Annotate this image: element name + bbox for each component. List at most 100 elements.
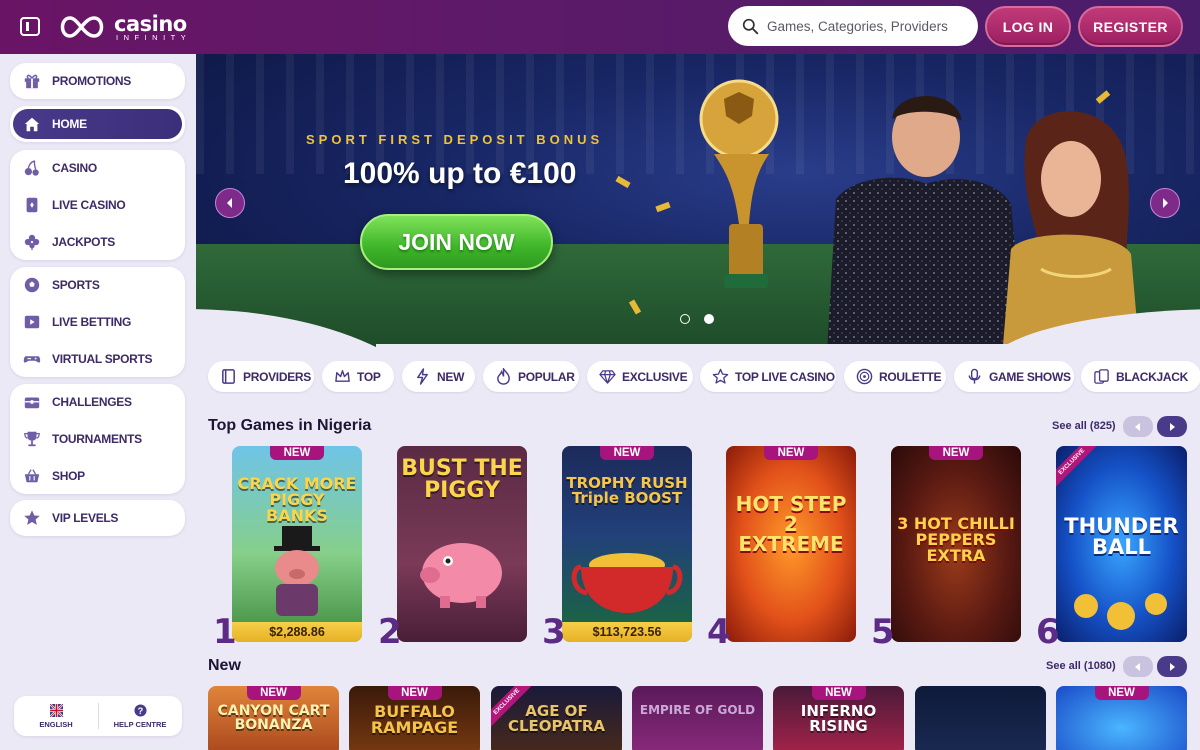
top-games-next-button[interactable] xyxy=(1157,416,1187,437)
chip-label: GAME SHOWS xyxy=(989,369,1071,384)
card-icon xyxy=(22,195,42,215)
language-selector[interactable]: ENGLISH xyxy=(14,701,98,731)
sidebar-item-live-casino[interactable]: LIVE CASINO xyxy=(10,187,185,223)
rank-number: 4 xyxy=(707,612,731,652)
new-games-prev-button[interactable] xyxy=(1123,656,1153,677)
sidebar-item-jackpots[interactable]: JACKPOTS xyxy=(10,224,185,260)
sidebar-item-label: SHOP xyxy=(52,469,85,483)
sidebar-item-casino[interactable]: CASINO xyxy=(10,150,185,186)
game-title: BUFFALO RAMPAGE xyxy=(370,702,459,737)
top-bar: casino INFINITY LOG IN REGISTER xyxy=(0,0,1200,54)
sidebar-group-challenges: CHALLENGES TOURNAMENTS SHOP xyxy=(10,384,185,494)
soccer-ball-icon xyxy=(22,275,42,295)
game-tile[interactable]: CANYON CART BONANZA NEW xyxy=(208,686,339,750)
game-tile[interactable]: THUNDER BALL EXCLUSIVE xyxy=(1056,446,1187,642)
sidebar-item-label: LIVE CASINO xyxy=(52,198,126,212)
see-all-new-link[interactable]: See all (1080) xyxy=(1046,660,1116,672)
game-tile[interactable]: 3 HOT CHILLI PEPPERS EXTRA NEW xyxy=(891,446,1021,642)
sidebar-item-shop[interactable]: SHOP xyxy=(10,458,185,494)
rank-number: 6 xyxy=(1036,612,1060,652)
sidebar-toggle-icon[interactable] xyxy=(20,17,40,36)
login-button[interactable]: LOG IN xyxy=(985,6,1071,47)
sidebar: PROMOTIONS HOME CASINO LIVE CASINO JACKP… xyxy=(0,54,196,750)
hero-next-button[interactable] xyxy=(1150,188,1180,218)
svg-text:?: ? xyxy=(137,705,143,715)
chip-blackjack[interactable]: BLACKJACK xyxy=(1081,361,1200,392)
game-tile[interactable]: BUFFALO RAMPAGE NEW xyxy=(349,686,480,750)
section-title-top-games: Top Games in Nigeria xyxy=(208,417,372,434)
uk-flag-icon xyxy=(49,703,63,717)
search-input[interactable] xyxy=(767,18,957,34)
sidebar-item-virtual-sports[interactable]: VIRTUAL SPORTS xyxy=(10,341,185,377)
game-tile[interactable]: HOT STEP 2 EXTREME NEW xyxy=(726,446,856,642)
sidebar-item-live-betting[interactable]: LIVE BETTING xyxy=(10,304,185,340)
sidebar-item-sports[interactable]: SPORTS xyxy=(10,267,185,303)
game-title: BUST THE PIGGY xyxy=(401,456,523,503)
sidebar-item-promotions[interactable]: PROMOTIONS xyxy=(10,63,185,99)
game-tile[interactable]: CRACK MORE PIGGY BANKS NEW $2,288.86 xyxy=(232,446,362,642)
game-tile[interactable]: BUST THE PIGGY xyxy=(397,446,527,642)
game-title: 3 HOT CHILLI PEPPERS EXTRA xyxy=(897,514,1015,565)
sidebar-item-tournaments[interactable]: TOURNAMENTS xyxy=(10,421,185,457)
chip-new[interactable]: NEW xyxy=(402,361,475,392)
game-tile[interactable] xyxy=(915,686,1046,750)
carousel-dot[interactable] xyxy=(680,314,690,324)
hero-prev-button[interactable] xyxy=(215,188,245,218)
rank-number: 1 xyxy=(213,612,237,652)
sidebar-item-label: VIRTUAL SPORTS xyxy=(52,352,153,366)
top-games-prev-button[interactable] xyxy=(1123,416,1153,437)
chip-label: NEW xyxy=(437,369,465,384)
see-all-top-games-link[interactable]: See all (825) xyxy=(1052,420,1116,432)
rank-number: 3 xyxy=(542,612,566,652)
sidebar-group-casino: CASINO LIVE CASINO JACKPOTS xyxy=(10,150,185,260)
hero-title: 100% up to €100 xyxy=(343,157,577,190)
chip-label: POPULAR xyxy=(518,369,575,384)
chip-label: TOP LIVE CASINO xyxy=(735,369,835,384)
search-icon xyxy=(742,18,759,34)
search-box[interactable] xyxy=(728,6,978,46)
game-title: HOT STEP 2 EXTREME xyxy=(735,492,847,556)
new-badge: NEW xyxy=(387,686,442,700)
sidebar-item-challenges[interactable]: CHALLENGES xyxy=(10,384,185,420)
crown-icon xyxy=(335,370,350,382)
rank-number: 2 xyxy=(378,612,402,652)
game-tile[interactable]: EMPIRE OF GOLD xyxy=(632,686,763,750)
sidebar-item-label: PROMOTIONS xyxy=(52,74,132,88)
chevron-right-icon xyxy=(1170,662,1175,671)
join-now-button[interactable]: JOIN NOW xyxy=(360,214,553,270)
new-badge: NEW xyxy=(1094,686,1149,700)
clover-icon xyxy=(22,232,42,252)
game-title: EMPIRE OF GOLD xyxy=(639,703,756,717)
chevron-right-icon xyxy=(1170,422,1175,431)
trophy-image xyxy=(699,79,779,288)
gold-coins-image xyxy=(571,553,683,613)
home-icon xyxy=(22,114,42,134)
help-icon: ? xyxy=(133,703,147,717)
sidebar-item-home[interactable]: HOME xyxy=(13,109,182,139)
game-tile[interactable]: TROPHY RUSH Triple BOOST NEW $113,723.56 xyxy=(562,446,692,642)
game-title: CRACK MORE PIGGY BANKS xyxy=(237,474,357,525)
chip-exclusive[interactable]: EXCLUSIVE xyxy=(587,361,693,392)
new-games-next-button[interactable] xyxy=(1157,656,1187,677)
sidebar-item-vip-levels[interactable]: VIP LEVELS xyxy=(10,500,185,536)
celebrating-couple-image xyxy=(827,96,1140,352)
piggy-bank-image xyxy=(420,543,502,608)
chip-roulette[interactable]: ROULETTE xyxy=(844,361,946,392)
chip-popular[interactable]: POPULAR xyxy=(483,361,579,392)
infinity-logo-icon xyxy=(60,16,104,38)
logo[interactable]: casino INFINITY xyxy=(56,11,206,43)
game-tile[interactable]: NEW xyxy=(1056,686,1187,750)
hero-banner[interactable]: SPORT FIRST DEPOSIT BONUS 100% up to €10… xyxy=(196,54,1200,352)
sidebar-item-label: SPORTS xyxy=(52,278,100,292)
new-badge: NEW xyxy=(600,446,654,460)
game-tile[interactable]: INFERNO RISING NEW xyxy=(773,686,904,750)
new-badge: NEW xyxy=(764,446,818,460)
game-tile[interactable]: AGE OF CLEOPATRA EXCLUSIVE xyxy=(491,686,622,750)
chip-providers[interactable]: PROVIDERS xyxy=(208,361,314,392)
carousel-dot-active[interactable] xyxy=(704,314,714,324)
register-button[interactable]: REGISTER xyxy=(1078,6,1183,47)
chip-top-live-casino[interactable]: TOP LIVE CASINO xyxy=(700,361,836,392)
chip-game-shows[interactable]: GAME SHOWS xyxy=(954,361,1074,392)
help-centre-link[interactable]: ? HELP CENTRE xyxy=(98,701,182,731)
chip-top[interactable]: TOP xyxy=(322,361,394,392)
